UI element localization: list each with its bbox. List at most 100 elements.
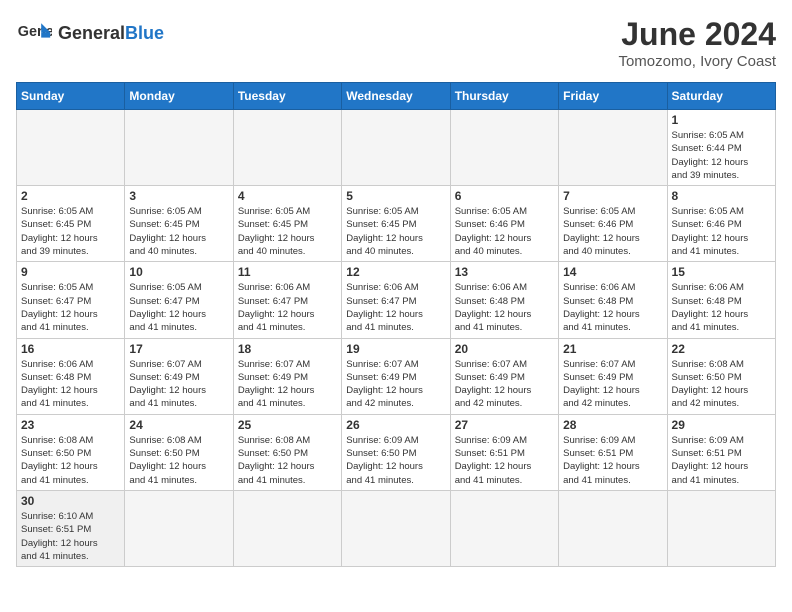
day-info: Sunrise: 6:07 AM Sunset: 6:49 PM Dayligh…: [563, 358, 662, 411]
logo-icon: General: [16, 16, 52, 52]
day-number: 19: [346, 342, 445, 356]
calendar-cell: 4Sunrise: 6:05 AM Sunset: 6:45 PM Daylig…: [233, 186, 341, 262]
calendar-cell: [233, 110, 341, 186]
day-info: Sunrise: 6:08 AM Sunset: 6:50 PM Dayligh…: [238, 434, 337, 487]
calendar-cell: 24Sunrise: 6:08 AM Sunset: 6:50 PM Dayli…: [125, 414, 233, 490]
calendar-cell: 28Sunrise: 6:09 AM Sunset: 6:51 PM Dayli…: [559, 414, 667, 490]
calendar-cell: 12Sunrise: 6:06 AM Sunset: 6:47 PM Dayli…: [342, 262, 450, 338]
day-number: 2: [21, 189, 120, 203]
day-number: 27: [455, 418, 554, 432]
calendar-cell: 13 Sunrise: 6:06 AM Sunset: 6:48 PM Dayli…: [450, 262, 558, 338]
calendar-cell: 25Sunrise: 6:08 AM Sunset: 6:50 PM Dayli…: [233, 414, 341, 490]
day-number: 21: [563, 342, 662, 356]
calendar-cell: [667, 490, 775, 566]
calendar-cell: 14 Sunrise: 6:06 AM Sunset: 6:48 PM Dayli…: [559, 262, 667, 338]
day-info: Sunrise: 6:09 AM Sunset: 6:50 PM Dayligh…: [346, 434, 445, 487]
day-number: 7: [563, 189, 662, 203]
calendar-cell: [342, 490, 450, 566]
day-info: Sunrise: 6:06 AM Sunset: 6:48 PM Dayligh…: [672, 281, 771, 334]
calendar-cell: [17, 110, 125, 186]
day-number: 30: [21, 494, 120, 508]
location-subtitle: Tomozomo, Ivory Coast: [618, 53, 776, 70]
calendar-cell: 20Sunrise: 6:07 AM Sunset: 6:49 PM Dayli…: [450, 338, 558, 414]
calendar-cell: 1Sunrise: 6:05 AM Sunset: 6:44 PM Daylig…: [667, 110, 775, 186]
day-info: Sunrise: 6:07 AM Sunset: 6:49 PM Dayligh…: [238, 358, 337, 411]
day-number: 9: [21, 265, 120, 279]
calendar-cell: 23 Sunrise: 6:08 AM Sunset: 6:50 PM Dayli…: [17, 414, 125, 490]
calendar-cell: 3 Sunrise: 6:05 AM Sunset: 6:45 PM Daylig…: [125, 186, 233, 262]
day-number: 23: [21, 418, 120, 432]
day-info: Sunrise: 6:05 AM Sunset: 6:47 PM Dayligh…: [21, 281, 120, 334]
day-number: 20: [455, 342, 554, 356]
calendar-week-6: 30 Sunrise: 6:10 AM Sunset: 6:51 PM Dayli…: [17, 490, 776, 566]
day-header-saturday: Saturday: [667, 83, 775, 110]
day-info: Sunrise: 6:08 AM Sunset: 6:50 PM Dayligh…: [21, 434, 120, 487]
day-info: Sunrise: 6:05 AM Sunset: 6:46 PM Dayligh…: [563, 205, 662, 258]
day-header-monday: Monday: [125, 83, 233, 110]
day-info: Sunrise: 6:05 AM Sunset: 6:45 PM Dayligh…: [346, 205, 445, 258]
calendar-cell: [125, 490, 233, 566]
calendar-table: SundayMondayTuesdayWednesdayThursdayFrid…: [16, 82, 776, 567]
logo-text: GeneralBlue: [58, 24, 164, 44]
day-info: Sunrise: 6:05 AM Sunset: 6:46 PM Dayligh…: [672, 205, 771, 258]
calendar-cell: 10Sunrise: 6:05 AM Sunset: 6:47 PM Dayli…: [125, 262, 233, 338]
day-number: 18: [238, 342, 337, 356]
calendar-cell: [233, 490, 341, 566]
days-header-row: SundayMondayTuesdayWednesdayThursdayFrid…: [17, 83, 776, 110]
calendar-cell: 9 Sunrise: 6:05 AM Sunset: 6:47 PM Daylig…: [17, 262, 125, 338]
day-header-sunday: Sunday: [17, 83, 125, 110]
calendar-cell: [450, 490, 558, 566]
day-info: Sunrise: 6:07 AM Sunset: 6:49 PM Dayligh…: [346, 358, 445, 411]
day-info: Sunrise: 6:05 AM Sunset: 6:47 PM Dayligh…: [129, 281, 228, 334]
logo: General GeneralBlue: [16, 16, 164, 52]
calendar-cell: 27 Sunrise: 6:09 AM Sunset: 6:51 PM Dayli…: [450, 414, 558, 490]
day-header-wednesday: Wednesday: [342, 83, 450, 110]
calendar-cell: [450, 110, 558, 186]
day-header-thursday: Thursday: [450, 83, 558, 110]
day-info: Sunrise: 6:10 AM Sunset: 6:51 PM Dayligh…: [21, 510, 120, 563]
day-info: Sunrise: 6:06 AM Sunset: 6:47 PM Dayligh…: [238, 281, 337, 334]
day-number: 3: [129, 189, 228, 203]
calendar-cell: 17Sunrise: 6:07 AM Sunset: 6:49 PM Dayli…: [125, 338, 233, 414]
day-header-friday: Friday: [559, 83, 667, 110]
day-number: 6: [455, 189, 554, 203]
day-info: Sunrise: 6:05 AM Sunset: 6:45 PM Dayligh…: [129, 205, 228, 258]
day-info: Sunrise: 6:05 AM Sunset: 6:45 PM Dayligh…: [238, 205, 337, 258]
day-number: 12: [346, 265, 445, 279]
day-info: Sunrise: 6:06 AM Sunset: 6:48 PM Dayligh…: [455, 281, 554, 334]
page-header: General GeneralBlue June 2024 Tomozomo, …: [16, 16, 776, 70]
calendar-cell: 11 Sunrise: 6:06 AM Sunset: 6:47 PM Dayli…: [233, 262, 341, 338]
calendar-cell: [125, 110, 233, 186]
title-area: June 2024 Tomozomo, Ivory Coast: [618, 16, 776, 70]
calendar-cell: 6 Sunrise: 6:05 AM Sunset: 6:46 PM Daylig…: [450, 186, 558, 262]
calendar-body: 1Sunrise: 6:05 AM Sunset: 6:44 PM Daylig…: [17, 110, 776, 567]
day-number: 28: [563, 418, 662, 432]
day-number: 1: [672, 113, 771, 127]
day-info: Sunrise: 6:06 AM Sunset: 6:48 PM Dayligh…: [563, 281, 662, 334]
day-info: Sunrise: 6:08 AM Sunset: 6:50 PM Dayligh…: [672, 358, 771, 411]
day-info: Sunrise: 6:09 AM Sunset: 6:51 PM Dayligh…: [455, 434, 554, 487]
day-number: 11: [238, 265, 337, 279]
day-number: 14: [563, 265, 662, 279]
calendar-week-2: 2 Sunrise: 6:05 AM Sunset: 6:45 PM Daylig…: [17, 186, 776, 262]
day-number: 15: [672, 265, 771, 279]
calendar-cell: 18 Sunrise: 6:07 AM Sunset: 6:49 PM Dayli…: [233, 338, 341, 414]
day-number: 13: [455, 265, 554, 279]
day-info: Sunrise: 6:05 AM Sunset: 6:45 PM Dayligh…: [21, 205, 120, 258]
day-info: Sunrise: 6:07 AM Sunset: 6:49 PM Dayligh…: [129, 358, 228, 411]
calendar-cell: 26Sunrise: 6:09 AM Sunset: 6:50 PM Dayli…: [342, 414, 450, 490]
calendar-cell: 22Sunrise: 6:08 AM Sunset: 6:50 PM Dayli…: [667, 338, 775, 414]
day-info: Sunrise: 6:05 AM Sunset: 6:46 PM Dayligh…: [455, 205, 554, 258]
calendar-cell: 16Sunrise: 6:06 AM Sunset: 6:48 PM Dayli…: [17, 338, 125, 414]
calendar-cell: 21 Sunrise: 6:07 AM Sunset: 6:49 PM Dayli…: [559, 338, 667, 414]
day-number: 8: [672, 189, 771, 203]
day-number: 29: [672, 418, 771, 432]
calendar-week-5: 23 Sunrise: 6:08 AM Sunset: 6:50 PM Dayli…: [17, 414, 776, 490]
day-number: 24: [129, 418, 228, 432]
day-header-tuesday: Tuesday: [233, 83, 341, 110]
calendar-cell: 5Sunrise: 6:05 AM Sunset: 6:45 PM Daylig…: [342, 186, 450, 262]
calendar-week-4: 16Sunrise: 6:06 AM Sunset: 6:48 PM Dayli…: [17, 338, 776, 414]
calendar-cell: 7 Sunrise: 6:05 AM Sunset: 6:46 PM Daylig…: [559, 186, 667, 262]
calendar-week-3: 9 Sunrise: 6:05 AM Sunset: 6:47 PM Daylig…: [17, 262, 776, 338]
day-number: 16: [21, 342, 120, 356]
